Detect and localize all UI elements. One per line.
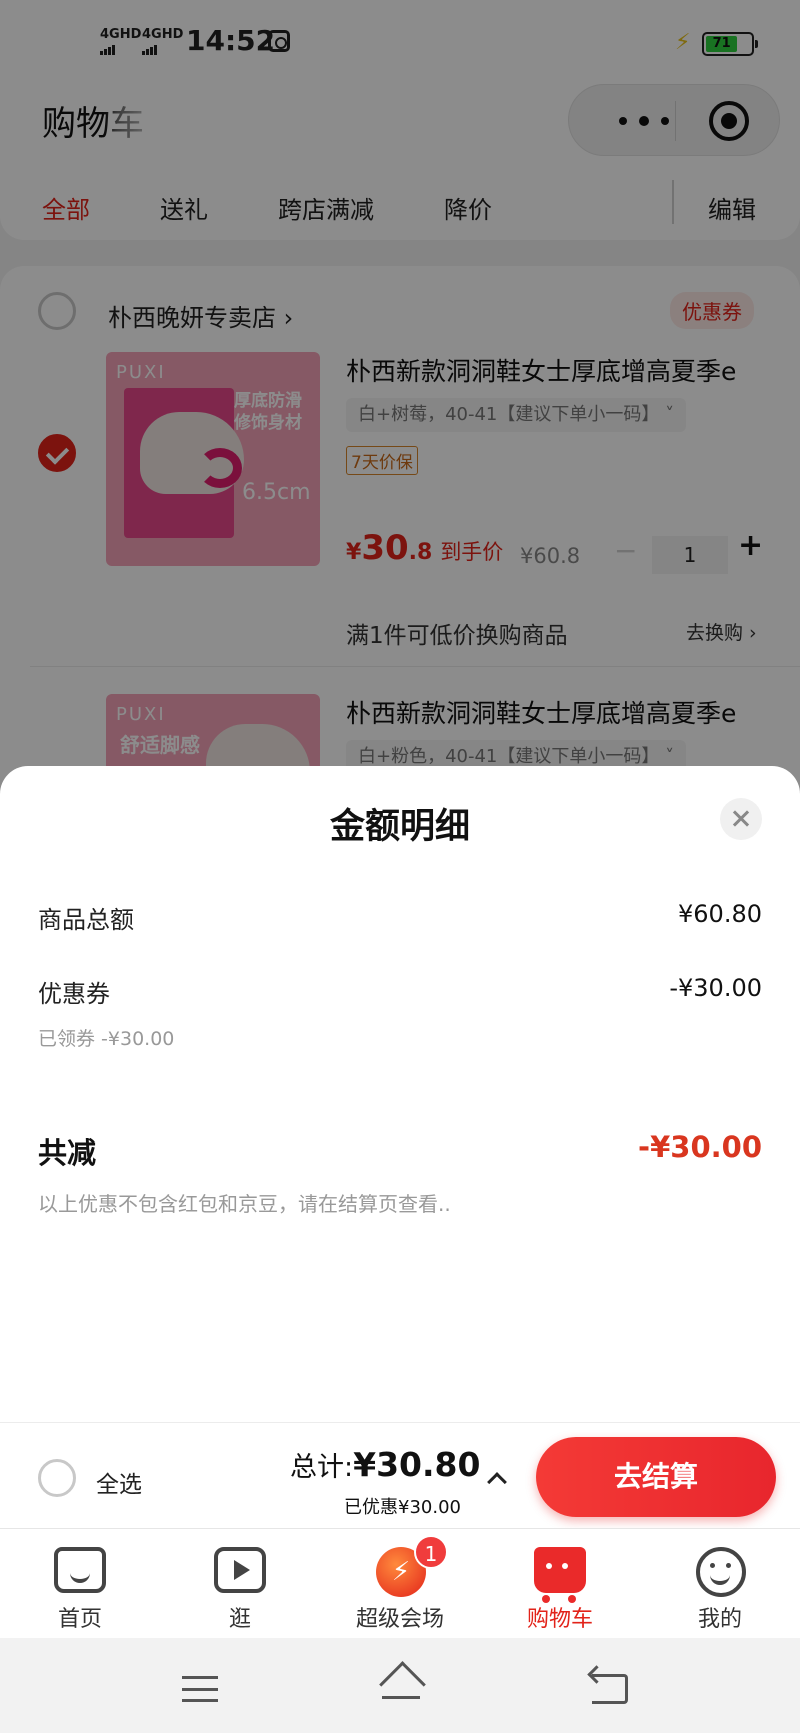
- checkout-bar: 全选 总计:¥30.80 已优惠¥30.00 去结算: [0, 1422, 800, 1528]
- discount-footnote: 以上优惠不包含红包和京豆，请在结算页查看..: [38, 1192, 451, 1216]
- total-discount-value: -¥30.00: [638, 1130, 762, 1164]
- back-icon[interactable]: [592, 1674, 628, 1704]
- nav-label: 购物车: [526, 1607, 593, 1632]
- nav-label: 逛: [228, 1607, 251, 1632]
- saved-amount: 已优惠¥30.00: [344, 1497, 461, 1518]
- checkout-button[interactable]: 去结算: [536, 1437, 776, 1517]
- total-value: ¥30.80: [353, 1445, 481, 1484]
- select-all-checkbox[interactable]: [38, 1459, 76, 1497]
- system-home-icon[interactable]: [378, 1666, 424, 1706]
- nav-item-home[interactable]: 首页: [0, 1529, 160, 1639]
- system-navigation-bar: [0, 1638, 800, 1733]
- notification-badge: 1: [414, 1535, 448, 1569]
- nav-item-profile[interactable]: 我的: [640, 1529, 800, 1639]
- nav-label: 超级会场: [355, 1607, 444, 1632]
- close-icon[interactable]: [720, 798, 762, 840]
- goods-total-label: 商品总额: [38, 906, 134, 934]
- bottom-nav: 首页 逛 ⚡ 1 超级会场 购物车 我的: [0, 1528, 800, 1638]
- total-discount-label: 共减: [38, 1136, 97, 1170]
- nav-item-cart[interactable]: 购物车: [480, 1529, 640, 1639]
- total-summary: 总计:¥30.80: [290, 1445, 480, 1484]
- sheet-title: 金额明细: [329, 807, 470, 847]
- chevron-up-icon[interactable]: [487, 1472, 507, 1492]
- coupon-label: 优惠券: [38, 980, 110, 1008]
- cart-icon: [534, 1547, 586, 1603]
- menu-icon[interactable]: [182, 1676, 218, 1702]
- home-icon: [54, 1547, 106, 1593]
- video-icon: [214, 1547, 266, 1593]
- profile-icon: [696, 1547, 746, 1597]
- nav-label: 我的: [697, 1607, 742, 1632]
- nav-item-super-venue[interactable]: ⚡ 1 超级会场: [320, 1529, 480, 1639]
- select-all-label[interactable]: 全选: [96, 1465, 142, 1499]
- coupon-note: 已领券 -¥30.00: [38, 1028, 175, 1050]
- goods-total-value: ¥60.80: [678, 900, 762, 928]
- total-label: 总计:: [290, 1452, 354, 1483]
- coupon-value: -¥30.00: [669, 974, 762, 1002]
- amount-detail-sheet: 金额明细 商品总额 ¥60.80 优惠券 -¥30.00 已领券 -¥30.00…: [0, 766, 800, 1422]
- nav-item-browse[interactable]: 逛: [160, 1529, 320, 1639]
- nav-label: 首页: [57, 1607, 102, 1632]
